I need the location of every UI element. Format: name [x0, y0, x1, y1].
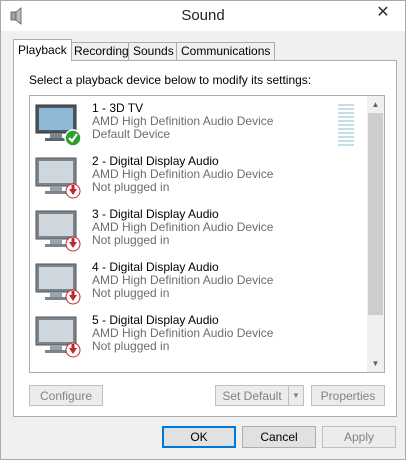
window-title: Sound: [181, 7, 225, 24]
scroll-thumb[interactable]: [368, 113, 383, 315]
close-button[interactable]: ✕: [368, 2, 398, 22]
chevron-up-icon: ▲: [371, 100, 380, 109]
device-item[interactable]: 5 - Digital Display Audio AMD High Defin…: [30, 308, 350, 361]
close-icon: ✕: [376, 4, 390, 21]
red-down-arrow-icon: [65, 183, 81, 199]
device-status: Not plugged in: [92, 180, 170, 194]
device-name: 1 - 3D TV: [92, 101, 144, 115]
red-down-arrow-icon: [65, 289, 81, 305]
red-down-arrow-icon: [65, 236, 81, 252]
ok-button[interactable]: OK: [162, 426, 236, 448]
device-name: 2 - Digital Display Audio: [92, 154, 219, 168]
device-driver: AMD High Definition Audio Device: [92, 220, 274, 234]
monitor-icon: [35, 104, 82, 147]
device-item[interactable]: 3 - Digital Display Audio AMD High Defin…: [30, 202, 350, 255]
tab-sounds[interactable]: Sounds: [128, 42, 179, 60]
set-default-button[interactable]: Set Default: [215, 385, 289, 406]
device-status: Not plugged in: [92, 233, 170, 247]
level-meter: [338, 104, 354, 146]
configure-button[interactable]: Configure: [29, 385, 103, 406]
device-name: 3 - Digital Display Audio: [92, 207, 219, 221]
title-bar[interactable]: Sound ✕: [1, 1, 405, 31]
properties-button[interactable]: Properties: [311, 385, 385, 406]
device-list[interactable]: 1 - 3D TV AMD High Definition Audio Devi…: [29, 95, 385, 373]
sound-dialog: Sound ✕ Playback Recording Sounds Commun…: [0, 0, 406, 460]
playback-panel: Select a playback device below to modify…: [13, 60, 397, 417]
tab-playback[interactable]: Playback: [13, 39, 72, 61]
monitor-icon: [35, 210, 81, 252]
device-name: 5 - Digital Display Audio: [92, 313, 219, 327]
monitor-icon: [35, 316, 81, 358]
device-name: 4 - Digital Display Audio: [92, 260, 219, 274]
device-item[interactable]: 4 - Digital Display Audio AMD High Defin…: [30, 255, 350, 308]
red-down-arrow-icon: [65, 342, 81, 358]
set-default-dropdown[interactable]: ▼: [288, 385, 304, 406]
cancel-button[interactable]: Cancel: [242, 426, 316, 448]
chevron-down-icon: ▼: [292, 391, 300, 400]
monitor-icon: [35, 157, 81, 199]
device-driver: AMD High Definition Audio Device: [92, 273, 274, 287]
device-status: Not plugged in: [92, 339, 170, 353]
device-status: Default Device: [92, 127, 171, 141]
device-item[interactable]: 1 - 3D TV AMD High Definition Audio Devi…: [30, 96, 354, 149]
device-item[interactable]: 2 - Digital Display Audio AMD High Defin…: [30, 149, 350, 202]
scroll-up-button[interactable]: ▲: [367, 96, 384, 113]
device-driver: AMD High Definition Audio Device: [92, 326, 274, 340]
monitor-icon: [35, 263, 81, 305]
vertical-scrollbar[interactable]: ▲ ▼: [367, 96, 384, 372]
apply-button[interactable]: Apply: [322, 426, 396, 448]
device-driver: AMD High Definition Audio Device: [92, 167, 274, 181]
green-check-icon: [64, 129, 82, 147]
chevron-down-icon: ▼: [371, 359, 380, 368]
scroll-down-button[interactable]: ▼: [367, 355, 384, 372]
device-driver: AMD High Definition Audio Device: [92, 114, 274, 128]
instruction-text: Select a playback device below to modify…: [29, 73, 312, 87]
device-status: Not plugged in: [92, 286, 170, 300]
tab-communications[interactable]: Communications: [176, 42, 276, 60]
tab-recording[interactable]: Recording: [69, 42, 134, 60]
